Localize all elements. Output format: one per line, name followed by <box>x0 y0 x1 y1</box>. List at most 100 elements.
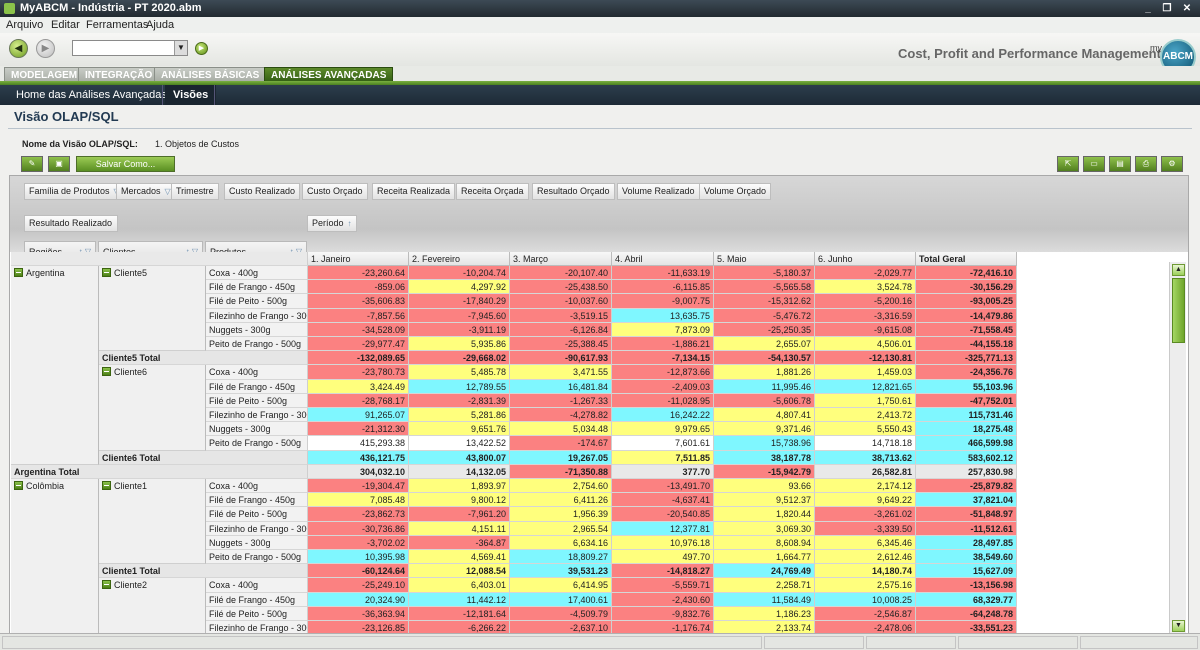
column-header[interactable]: 4. Abril <box>612 252 714 266</box>
chip-receita-realizada[interactable]: Receita Realizada <box>372 183 456 200</box>
value-cell: 14,180.74 <box>815 564 916 579</box>
menu-editar[interactable]: Editar <box>51 19 80 31</box>
value-cell: 9,800.12 <box>409 493 510 508</box>
value-cell: 7,511.85 <box>612 450 714 465</box>
value-cell: -28,768.17 <box>308 393 409 408</box>
value-cell: -25,879.82 <box>916 479 1017 494</box>
value-cell: -7,857.56 <box>308 308 409 323</box>
chip-volume-realizado[interactable]: Volume Realizado <box>617 183 700 200</box>
client-label: Cliente1 <box>114 481 148 491</box>
column-header[interactable]: 5. Maio <box>714 252 815 266</box>
chip-mercados[interactable]: Mercados ▽ <box>116 183 176 200</box>
navigation-combo[interactable]: ▼ <box>72 40 188 56</box>
column-header[interactable]: 1. Janeiro <box>308 252 409 266</box>
value-cell: -5,200.16 <box>815 294 916 309</box>
edit-icon[interactable]: ✎ <box>21 156 43 172</box>
value-cell: 5,281.86 <box>409 408 510 423</box>
tab-modelagem[interactable]: MODELAGEM <box>4 67 85 82</box>
restore-icon[interactable]: ❐ <box>1160 2 1174 15</box>
chip-resultado-realizado[interactable]: Resultado Realizado <box>24 215 118 232</box>
column-header[interactable]: 6. Junho <box>815 252 916 266</box>
collapse-icon[interactable] <box>14 481 23 490</box>
value-cell: 18,275.48 <box>916 422 1017 437</box>
value-cell: -364.87 <box>409 535 510 550</box>
vertical-scrollbar[interactable]: ▲ ▼ <box>1169 262 1186 634</box>
column-header[interactable]: 2. Fevereiro <box>409 252 510 266</box>
value-cell: 38,187.78 <box>714 450 815 465</box>
value-cell: -2,430.60 <box>612 592 714 607</box>
value-cell: 12,088.54 <box>409 564 510 579</box>
save-icon[interactable]: ▣ <box>48 156 70 172</box>
collapse-icon[interactable] <box>102 367 111 377</box>
client-cell[interactable]: Cliente2 <box>99 578 206 634</box>
table-icon[interactable]: ▤ <box>1109 156 1131 172</box>
app-icon <box>4 3 15 14</box>
client-cell[interactable]: Cliente1 <box>99 479 206 565</box>
back-icon[interactable]: ◀ <box>9 39 28 58</box>
filter-icon[interactable]: ▽ <box>165 187 171 196</box>
product-label: Coxa - 400g <box>206 578 308 593</box>
close-icon[interactable]: ✕ <box>1180 2 1194 15</box>
value-cell: -17,840.29 <box>409 294 510 309</box>
chip-resultado-orcado[interactable]: Resultado Orçado <box>532 183 615 200</box>
minimize-icon[interactable]: _ <box>1141 2 1155 15</box>
value-cell: 9,979.65 <box>612 422 714 437</box>
collapse-icon[interactable] <box>102 580 111 590</box>
value-cell: 9,651.76 <box>409 422 510 437</box>
chip-familia-produtos[interactable]: Família de Produtos▽ <box>24 183 125 200</box>
tab-integracao[interactable]: INTEGRAÇÃO <box>78 67 160 82</box>
collapse-icon[interactable] <box>102 481 111 490</box>
collapse-icon[interactable] <box>14 268 23 277</box>
export-icon[interactable]: ⇱ <box>1057 156 1079 172</box>
subnav-visoes[interactable]: Visões <box>165 85 217 105</box>
chip-trimestre[interactable]: Trimestre <box>171 183 219 200</box>
chip-volume-orcado[interactable]: Volume Orçado <box>699 183 772 200</box>
value-cell: 1,881.26 <box>714 365 815 380</box>
value-cell: 17,400.61 <box>510 592 612 607</box>
region-cell[interactable]: Colômbia <box>11 479 99 634</box>
settings-icon[interactable]: ⚙ <box>1161 156 1183 172</box>
value-cell: 13,635.75 <box>612 308 714 323</box>
menu-bar: Arquivo Editar Ferramentas Ajuda <box>0 17 1200 33</box>
chart-icon[interactable]: ▭ <box>1083 156 1105 172</box>
value-cell: 1,893.97 <box>409 479 510 494</box>
chip-receita-orcada[interactable]: Receita Orçada <box>456 183 529 200</box>
scroll-thumb[interactable] <box>1172 278 1185 343</box>
client-cell[interactable]: Cliente6 <box>99 365 206 451</box>
column-header[interactable]: 3. Março <box>510 252 612 266</box>
status-pane <box>764 636 864 649</box>
column-header[interactable]: Total Geral <box>916 252 1017 266</box>
status-pane <box>866 636 956 649</box>
value-cell: -24,356.76 <box>916 365 1017 380</box>
menu-ferramentas[interactable]: Ferramentas <box>86 19 148 31</box>
sort-icon[interactable]: ↑ <box>348 219 352 228</box>
tab-analises-basicas[interactable]: ANÁLISES BÁSICAS <box>154 67 267 82</box>
subnav-home[interactable]: Home das Análises Avançadas <box>16 89 167 101</box>
product-label: Coxa - 400g <box>206 479 308 494</box>
save-as-button[interactable]: Salvar Como... <box>76 156 175 172</box>
value-cell: -132,089.65 <box>308 351 409 366</box>
menu-ajuda[interactable]: Ajuda <box>146 19 174 31</box>
menu-arquivo[interactable]: Arquivo <box>6 19 43 31</box>
region-cell[interactable]: Argentina <box>11 266 99 465</box>
forward-icon[interactable]: ▶ <box>36 39 55 58</box>
value-cell: 14,132.05 <box>409 464 510 479</box>
chip-custo-realizado[interactable]: Custo Realizado <box>224 183 301 200</box>
chip-custo-orcado[interactable]: Custo Orçado <box>302 183 368 200</box>
client-cell[interactable]: Cliente5 <box>99 266 206 352</box>
scroll-down-icon[interactable]: ▼ <box>1172 620 1185 632</box>
value-cell: 11,995.46 <box>714 379 815 394</box>
collapse-icon[interactable] <box>102 268 111 277</box>
chevron-down-icon[interactable]: ▼ <box>174 41 187 55</box>
go-icon[interactable]: ▶ <box>195 42 208 55</box>
value-cell: 415,293.38 <box>308 436 409 451</box>
region-total-label: Argentina Total <box>11 464 308 479</box>
value-cell: -71,350.88 <box>510 464 612 479</box>
chip-periodo[interactable]: Período ↑ <box>307 215 357 232</box>
print-icon[interactable]: ⎙ <box>1135 156 1157 172</box>
scroll-up-icon[interactable]: ▲ <box>1172 264 1185 276</box>
product-label: Peito de Frango - 500g <box>206 550 308 565</box>
value-cell: 3,471.55 <box>510 365 612 380</box>
value-cell: -21,312.30 <box>308 422 409 437</box>
status-pane <box>2 636 762 649</box>
